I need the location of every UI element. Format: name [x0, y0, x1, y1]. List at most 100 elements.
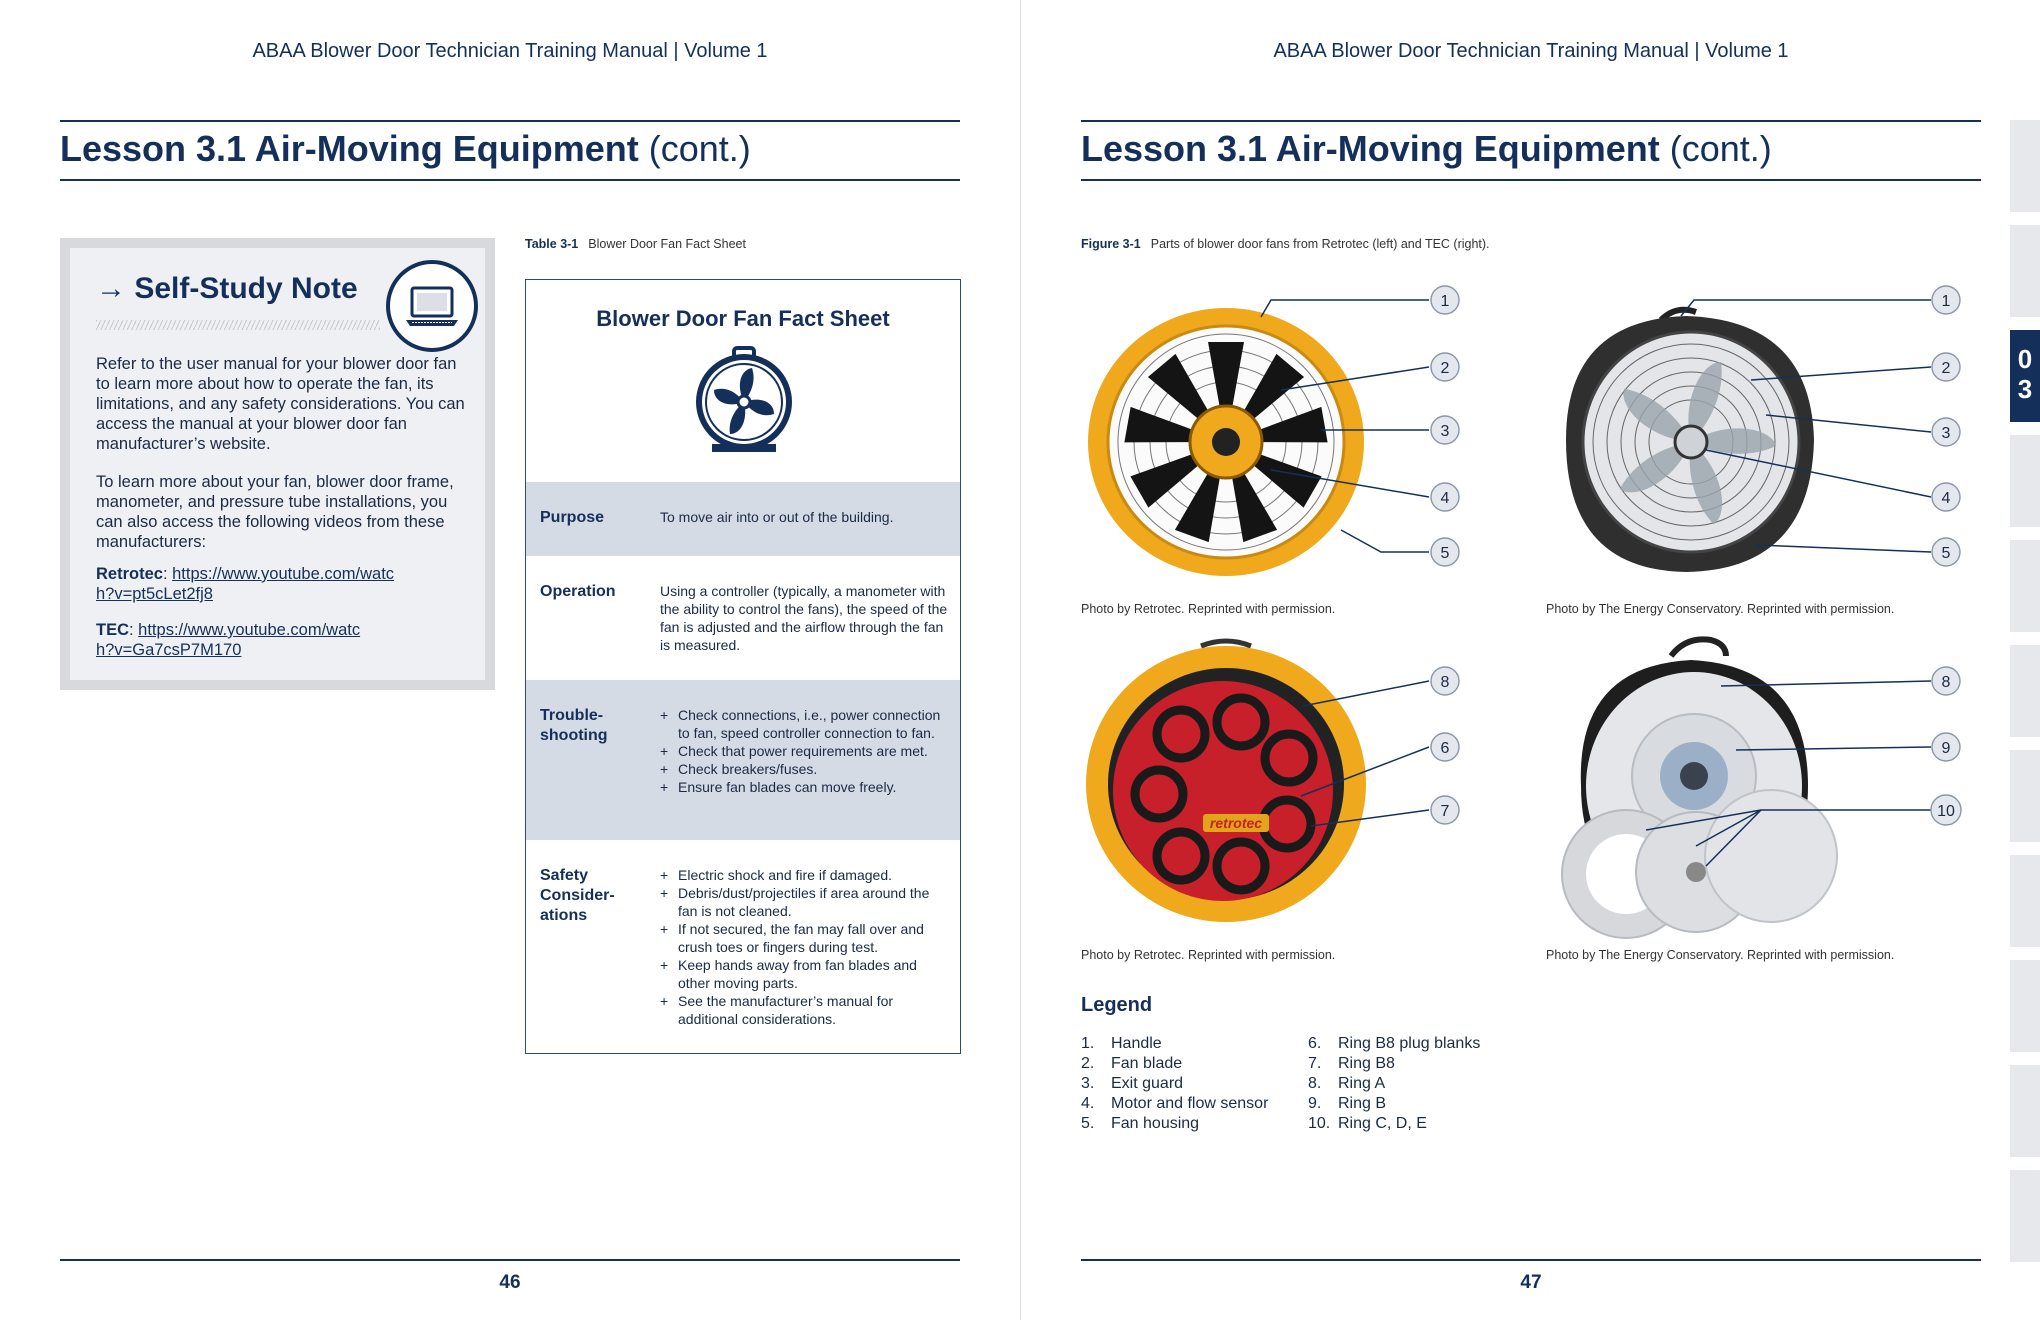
self-study-paragraph: To learn more about your fan, blower doo…	[96, 473, 454, 551]
legend-title: Legend	[1081, 994, 1153, 1016]
retrotec-fan-rings-photo: retrotec 8 6 7	[1086, 638, 1460, 922]
retrotec-fan-photo: 1 2 3 4 5	[1088, 285, 1460, 576]
legend-item: 9. Ring B	[1308, 1095, 1387, 1112]
table-caption: Table 3-1 Blower Door Fan Fact Sheet	[525, 237, 746, 251]
svg-text:3: 3	[1441, 423, 1450, 440]
svg-text:2: 2	[1942, 360, 1951, 377]
photo-credit: Photo by The Energy Conservatory. Reprin…	[1546, 602, 1895, 616]
legend-item: 1. Handle	[1081, 1035, 1162, 1052]
legend-column: 6. Ring B8 plug blanks 7. Ring B8 8. Ring A…	[1308, 1034, 1480, 1134]
figure-caption-number: Figure 3-1	[1081, 237, 1141, 251]
page-number: 46	[499, 1272, 521, 1293]
chapter-tab[interactable]	[2010, 645, 2040, 737]
callout-7: 7	[1430, 795, 1460, 825]
laptop-icon	[386, 260, 478, 352]
lesson-title-bold: Lesson 3.1 Air-Moving Equipment	[60, 128, 639, 169]
row-label: Trouble-shooting	[540, 707, 608, 744]
chapter-tab[interactable]	[2010, 960, 2040, 1052]
legend-column: 1. Handle 2. Fan blade 3. Exit guard 4. Moto…	[1081, 1034, 1268, 1134]
left-page: ABAA Blower Door Technician Training Man…	[0, 0, 1020, 1320]
callout-1: 1	[1931, 285, 1961, 315]
list-item: See the manufacturer’s manual for additi…	[660, 992, 950, 1028]
row-text: To move air into or out of the building.	[660, 509, 894, 525]
svg-text:1: 1	[1441, 293, 1450, 310]
chapter-tab[interactable]	[2010, 750, 2040, 842]
svg-text:2: 2	[1441, 360, 1450, 377]
list-item: Ensure fan blades can move freely.	[660, 778, 950, 796]
svg-text:9: 9	[1942, 740, 1951, 757]
legend-item: 4. Motor and flow sensor	[1081, 1095, 1269, 1112]
lesson-title: Lesson 3.1 Air-Moving Equipment (cont.)	[60, 128, 751, 170]
callout-4: 4	[1430, 482, 1460, 512]
tec-fan-rings-photo: 8 9 10	[1561, 636, 1962, 939]
lesson-title-suffix: (cont.)	[1659, 128, 1772, 169]
callout-6: 6	[1430, 732, 1460, 762]
list-item: Electric shock and fire if damaged.	[660, 866, 950, 884]
lesson-title-suffix: (cont.)	[638, 128, 751, 169]
callout-3: 3	[1430, 415, 1460, 445]
svg-text:8: 8	[1441, 674, 1450, 691]
chapter-tab[interactable]	[2010, 120, 2040, 212]
self-study-paragraph: Refer to the user manual for your blower…	[96, 355, 465, 453]
title-rule	[60, 179, 960, 181]
retrotec-brand-text: retrotec	[1210, 815, 1262, 831]
chapter-tab[interactable]	[2010, 540, 2040, 632]
figure-caption: Figure 3-1 Parts of blower door fans from…	[1081, 237, 1490, 251]
list-item: Keep hands away from fan blades and othe…	[660, 956, 950, 992]
callout-5: 5	[1430, 537, 1460, 567]
tec-video-link[interactable]: https://www.youtube.com/watch?v=Ga7csP7M…	[96, 621, 360, 659]
row-label: Safety Consider-ations	[540, 867, 615, 924]
table-caption-number: Table 3-1	[525, 237, 579, 251]
row-text: Using a controller (typically, a manomet…	[660, 583, 948, 653]
list-item: Debris/dust/projectiles if area around t…	[660, 884, 950, 920]
chapter-tab[interactable]	[2010, 1170, 2040, 1262]
running-head: ABAA Blower Door Technician Training Man…	[252, 40, 768, 62]
svg-text:8: 8	[1942, 674, 1951, 691]
right-page: ABAA Blower Door Technician Training Man…	[1020, 0, 2040, 1320]
title-rule	[1081, 179, 1981, 181]
svg-text:3: 3	[1942, 425, 1951, 442]
footer-rule	[1081, 1259, 1981, 1261]
fact-sheet-title: Blower Door Fan Fact Sheet	[596, 306, 890, 331]
table-row: Purpose To move air into or out of the b…	[526, 482, 960, 556]
title-rule	[60, 120, 960, 122]
tec-fan-photo: 1 2 3 4 5	[1566, 285, 1961, 572]
callout-4: 4	[1931, 482, 1961, 512]
title-rule	[1081, 120, 1981, 122]
svg-text:6: 6	[1441, 740, 1450, 757]
retrotec-link-line: Retrotec: https://www.youtube.com/watch?…	[96, 565, 395, 603]
troubleshooting-list: Check connections, i.e., power connectio…	[660, 706, 950, 796]
callout-3: 3	[1931, 417, 1961, 447]
chapter-tab[interactable]	[2010, 225, 2040, 317]
svg-text:1: 1	[1942, 293, 1951, 310]
svg-text:7: 7	[1441, 803, 1450, 820]
self-study-heading: → Self-Study Note	[96, 272, 358, 305]
lesson-title: Lesson 3.1 Air-Moving Equipment (cont.)	[1081, 128, 1772, 170]
table-row: Safety Consider-ations Electric shock an…	[526, 840, 960, 1053]
callout-8: 8	[1430, 666, 1460, 696]
legend-item: 2. Fan blade	[1081, 1055, 1183, 1072]
chapter-tab[interactable]	[2010, 1065, 2040, 1157]
row-label: Operation	[540, 583, 616, 600]
callout-1: 1	[1430, 285, 1460, 315]
tec-label: TEC	[96, 621, 129, 639]
list-item: If not secured, the fan may fall over an…	[660, 920, 950, 956]
legend-item: 10. Ring C, D, E	[1308, 1115, 1427, 1132]
self-study-note: → Self-Study Note Refer to the user manu…	[60, 238, 495, 690]
footer-rule	[60, 1259, 960, 1261]
chapter-tab[interactable]	[2010, 435, 2040, 527]
list-item: Check connections, i.e., power connectio…	[660, 706, 950, 742]
photo-credit: Photo by Retrotec. Reprinted with permis…	[1081, 602, 1336, 616]
chapter-tab-active[interactable]: 0 3	[2010, 330, 2040, 422]
figure-caption-text: Parts of blower door fans from Retrotec …	[1150, 237, 1490, 251]
running-head: ABAA Blower Door Technician Training Man…	[1273, 40, 1789, 62]
photo-credit: Photo by Retrotec. Reprinted with permis…	[1081, 948, 1336, 962]
chapter-tab[interactable]	[2010, 855, 2040, 947]
fan-fact-sheet: Blower Door Fan Fact Sheet Purpose To mo…	[525, 279, 961, 1054]
svg-text:4: 4	[1942, 490, 1951, 507]
legend-item: 8. Ring A	[1308, 1075, 1386, 1092]
legend-item: 5. Fan housing	[1081, 1115, 1200, 1132]
photo-credit: Photo by The Energy Conservatory. Reprin…	[1546, 948, 1895, 962]
page-number: 47	[1520, 1272, 1542, 1293]
table-caption-text: Blower Door Fan Fact Sheet	[588, 237, 746, 251]
